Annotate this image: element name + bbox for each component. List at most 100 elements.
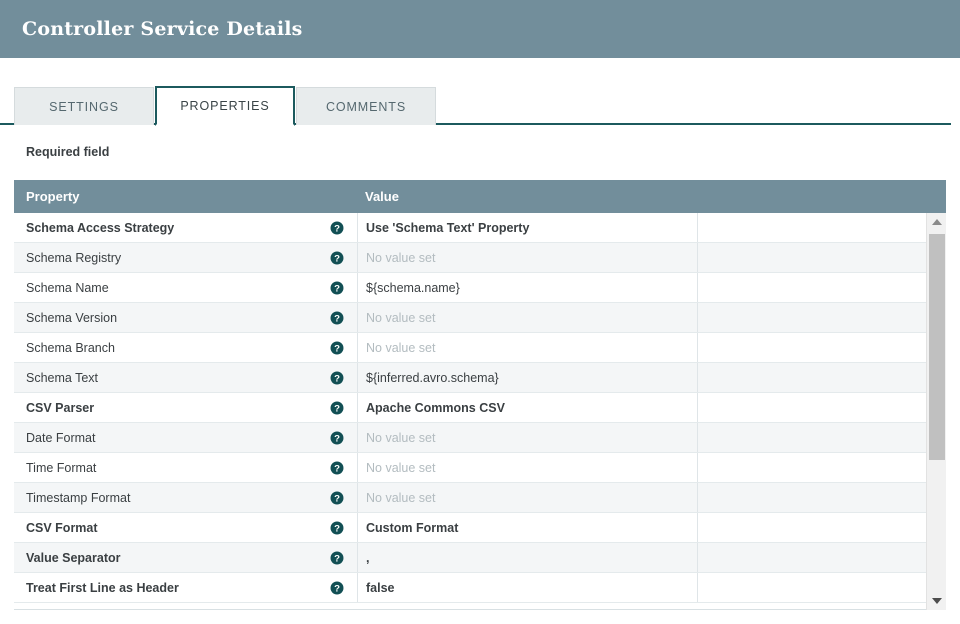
property-value[interactable]: No value set: [358, 243, 698, 272]
required-field-note: Required field: [26, 145, 110, 159]
table-row[interactable]: Schema Registry? No value set: [14, 243, 946, 273]
table-row[interactable]: CSV Format? Custom Format: [14, 513, 946, 543]
help-icon[interactable]: ?: [330, 281, 344, 295]
property-value[interactable]: No value set: [358, 303, 698, 332]
property-name: Date Format: [26, 430, 96, 445]
property-actions-cell: [698, 333, 946, 362]
property-value[interactable]: false: [358, 573, 698, 602]
svg-text:?: ?: [334, 313, 340, 324]
scroll-up-arrow-icon[interactable]: [927, 213, 947, 231]
property-cell: Time Format?: [14, 453, 358, 482]
column-header-property: Property: [26, 189, 80, 204]
property-actions-cell: [698, 363, 946, 392]
table-scrollbar[interactable]: [926, 213, 946, 610]
property-actions-cell: [698, 273, 946, 302]
property-actions-cell: [698, 423, 946, 452]
help-icon[interactable]: ?: [330, 221, 344, 235]
help-icon[interactable]: ?: [330, 431, 344, 445]
help-icon[interactable]: ?: [330, 491, 344, 505]
table-body[interactable]: Schema Access Strategy? Use 'Schema Text'…: [14, 213, 946, 610]
property-cell: Date Format?: [14, 423, 358, 452]
column-header-value: Value: [365, 189, 399, 204]
property-value[interactable]: No value set: [358, 453, 698, 482]
property-name: Schema Version: [26, 310, 118, 325]
help-icon[interactable]: ?: [330, 521, 344, 535]
property-name: Schema Text: [26, 370, 99, 385]
table-row[interactable]: Schema Version? No value set: [14, 303, 946, 333]
table-row[interactable]: Date Format? No value set: [14, 423, 946, 453]
properties-table: Property Value Schema Access Strategy? Us…: [14, 180, 946, 610]
table-row[interactable]: Value Separator?,: [14, 543, 946, 573]
property-cell: Timestamp Format?: [14, 483, 358, 512]
tab-settings[interactable]: SETTINGS: [14, 87, 154, 125]
property-name: Schema Branch: [26, 340, 115, 355]
property-actions-cell: [698, 243, 946, 272]
property-cell: Schema Version?: [14, 303, 358, 332]
property-value[interactable]: ${inferred.avro.schema}: [358, 363, 698, 392]
property-name: Schema Name: [26, 280, 109, 295]
scroll-down-arrow-icon[interactable]: [927, 592, 947, 610]
property-value[interactable]: Custom Format: [358, 513, 698, 542]
property-name: Time Format: [26, 460, 97, 475]
property-actions-cell: [698, 573, 946, 602]
svg-text:?: ?: [334, 523, 340, 534]
table-row[interactable]: Treat First Line as Header? false: [14, 573, 946, 603]
table-row[interactable]: CSV Parser? Apache Commons CSV: [14, 393, 946, 423]
property-name: CSV Parser: [26, 400, 95, 415]
property-actions-cell: [698, 453, 946, 482]
help-icon[interactable]: ?: [330, 251, 344, 265]
property-actions-cell: [698, 303, 946, 332]
property-cell: Value Separator?: [14, 543, 358, 572]
property-actions-cell: [698, 483, 946, 512]
svg-text:?: ?: [334, 403, 340, 414]
help-icon[interactable]: ?: [330, 461, 344, 475]
help-icon[interactable]: ?: [330, 311, 344, 325]
table-row[interactable]: Schema Name? ${schema.name}: [14, 273, 946, 303]
tab-strip: SETTINGS PROPERTIES COMMENTS: [0, 86, 960, 126]
property-cell: Schema Text?: [14, 363, 358, 392]
property-cell: CSV Format?: [14, 513, 358, 542]
tab-properties-label: PROPERTIES: [180, 99, 270, 113]
dialog-header: Controller Service Details: [0, 0, 960, 58]
tab-properties[interactable]: PROPERTIES: [155, 86, 295, 126]
property-value[interactable]: ,: [358, 543, 698, 572]
property-name: Treat First Line as Header: [26, 580, 179, 595]
svg-text:?: ?: [334, 463, 340, 474]
help-icon[interactable]: ?: [330, 341, 344, 355]
property-cell: Schema Registry?: [14, 243, 358, 272]
svg-text:?: ?: [334, 253, 340, 264]
scrollbar-thumb[interactable]: [929, 234, 945, 460]
table-row[interactable]: Time Format? No value set: [14, 453, 946, 483]
property-cell: Treat First Line as Header?: [14, 573, 358, 602]
property-value[interactable]: Apache Commons CSV: [358, 393, 698, 422]
property-cell: CSV Parser?: [14, 393, 358, 422]
table-row[interactable]: Schema Branch? No value set: [14, 333, 946, 363]
property-actions-cell: [698, 213, 946, 242]
property-value[interactable]: No value set: [358, 423, 698, 452]
property-name: Value Separator: [26, 550, 121, 565]
svg-text:?: ?: [334, 553, 340, 564]
tab-comments[interactable]: COMMENTS: [296, 87, 436, 125]
svg-text:?: ?: [334, 223, 340, 234]
help-icon[interactable]: ?: [330, 371, 344, 385]
table-row[interactable]: Timestamp Format? No value set: [14, 483, 946, 513]
property-name: Timestamp Format: [26, 490, 131, 505]
tab-comments-label: COMMENTS: [325, 99, 407, 114]
svg-text:?: ?: [334, 433, 340, 444]
property-value[interactable]: No value set: [358, 483, 698, 512]
page-title: Controller Service Details: [22, 18, 303, 40]
tab-settings-label: SETTINGS: [49, 99, 119, 114]
property-actions-cell: [698, 513, 946, 542]
property-name: CSV Format: [26, 520, 98, 535]
help-icon[interactable]: ?: [330, 401, 344, 415]
svg-text:?: ?: [334, 373, 340, 384]
help-icon[interactable]: ?: [330, 551, 344, 565]
property-cell: Schema Name?: [14, 273, 358, 302]
help-icon[interactable]: ?: [330, 581, 344, 595]
table-row[interactable]: Schema Access Strategy? Use 'Schema Text'…: [14, 213, 946, 243]
property-value[interactable]: No value set: [358, 333, 698, 362]
property-value[interactable]: ${schema.name}: [358, 273, 698, 302]
property-value[interactable]: Use 'Schema Text' Property: [358, 213, 698, 242]
table-row[interactable]: Schema Text? ${inferred.avro.schema}: [14, 363, 946, 393]
property-cell: Schema Access Strategy?: [14, 213, 358, 242]
